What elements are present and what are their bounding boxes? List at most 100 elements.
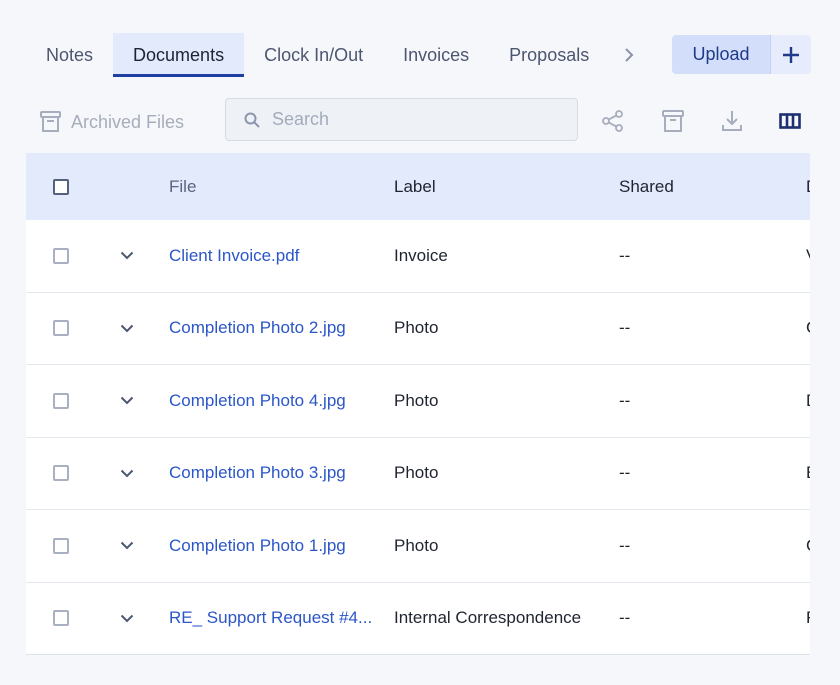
table-row: RE_ Support Request #4... Internal Corre… — [26, 582, 810, 655]
label-cell: Photo — [394, 535, 439, 555]
table-row: Completion Photo 4.jpg Photo -- D — [26, 365, 810, 438]
file-link[interactable]: Completion Photo 4.jpg — [169, 391, 346, 411]
tab-documents[interactable]: Documents — [113, 33, 245, 77]
archived-files-button[interactable]: Archived Files — [40, 108, 184, 136]
file-cell: Completion Photo 4.jpg — [169, 365, 379, 437]
label-cell: Photo — [394, 390, 439, 410]
plus-icon — [783, 46, 799, 63]
chevron-down-icon — [120, 614, 134, 623]
shared-cell: -- — [619, 245, 631, 265]
file-link[interactable]: Completion Photo 3.jpg — [169, 463, 346, 483]
chevron-down-icon — [120, 324, 134, 333]
tab-proposals[interactable]: Proposals — [489, 33, 609, 77]
select-all-checkbox[interactable] — [53, 178, 69, 195]
columns-button[interactable] — [777, 108, 803, 134]
row-checkbox[interactable] — [53, 465, 69, 482]
file-link[interactable]: Client Invoice.pdf — [169, 246, 299, 266]
chevron-right-icon — [625, 48, 634, 62]
row-checkbox[interactable] — [53, 537, 69, 554]
column-header-label[interactable]: Label — [394, 153, 436, 220]
archive-box-icon — [40, 111, 61, 132]
file-cell: Completion Photo 3.jpg — [169, 438, 379, 510]
truncated-cell: C — [806, 510, 810, 582]
row-expand-button[interactable] — [120, 469, 134, 478]
row-checkbox-cell — [53, 510, 69, 582]
file-cell: RE_ Support Request #4... — [169, 583, 379, 655]
tab-bar: Notes Documents Clock In/Out Invoices Pr… — [26, 33, 649, 77]
file-cell: Client Invoice.pdf — [169, 220, 379, 292]
row-expand-button[interactable] — [120, 541, 134, 550]
chevron-down-icon — [120, 252, 134, 260]
chevron-down-icon — [120, 542, 134, 550]
row-checkbox-cell — [53, 220, 69, 292]
row-expand-button[interactable] — [120, 324, 134, 333]
tabs-scroll-right-button[interactable] — [609, 33, 649, 77]
table-row: Client Invoice.pdf Invoice -- V — [26, 220, 810, 293]
table-row: Completion Photo 1.jpg Photo -- C — [26, 510, 810, 583]
download-button[interactable] — [719, 108, 745, 134]
label-cell: Internal Correspondence — [394, 608, 582, 628]
shared-cell: -- — [619, 608, 631, 628]
row-checkbox-cell — [53, 365, 69, 437]
row-expand-button[interactable] — [120, 251, 134, 260]
tab-clock-in-out[interactable]: Clock In/Out — [244, 33, 383, 77]
label-cell: Photo — [394, 318, 439, 338]
file-link[interactable]: Completion Photo 2.jpg — [169, 318, 346, 338]
archive-button[interactable] — [660, 108, 686, 134]
row-checkbox[interactable] — [53, 320, 69, 337]
row-checkbox[interactable] — [53, 247, 69, 264]
table-row: Completion Photo 2.jpg Photo -- C — [26, 292, 810, 365]
add-button[interactable] — [770, 35, 811, 74]
shared-cell: -- — [619, 390, 631, 410]
row-expand-cell — [120, 365, 134, 437]
row-expand-button[interactable] — [120, 614, 134, 623]
tab-notes[interactable]: Notes — [26, 33, 113, 77]
row-checkbox-cell — [53, 293, 69, 365]
table-header: File Label Shared D — [26, 153, 810, 220]
label-cell: Invoice — [394, 245, 448, 265]
row-expand-cell — [120, 438, 134, 510]
file-link[interactable]: RE_ Support Request #4... — [169, 608, 372, 628]
columns-icon — [779, 113, 801, 129]
row-expand-cell — [120, 510, 134, 582]
search-box — [225, 98, 578, 141]
column-header-shared[interactable]: Shared — [619, 153, 674, 220]
download-icon — [722, 111, 742, 131]
truncated-cell: E — [806, 438, 810, 510]
shared-cell: -- — [619, 535, 631, 555]
archived-files-label: Archived Files — [71, 111, 185, 132]
truncated-cell: F — [806, 583, 810, 655]
shared-cell: -- — [619, 318, 631, 338]
file-link[interactable]: Completion Photo 1.jpg — [169, 536, 346, 556]
tab-invoices[interactable]: Invoices — [383, 33, 489, 77]
file-cell: Completion Photo 1.jpg — [169, 510, 379, 582]
truncated-cell: C — [806, 293, 810, 365]
label-cell: Photo — [394, 463, 439, 483]
upload-button[interactable]: Upload — [672, 35, 770, 74]
table-row: Completion Photo 3.jpg Photo -- E — [26, 437, 810, 510]
row-checkbox[interactable] — [53, 610, 69, 627]
row-checkbox-cell — [53, 583, 69, 655]
search-input[interactable] — [270, 108, 577, 131]
select-all-cell — [53, 153, 69, 220]
column-header-file[interactable]: File — [169, 153, 379, 220]
row-checkbox-cell — [53, 438, 69, 510]
row-expand-cell — [120, 293, 134, 365]
column-header-truncated[interactable]: D — [806, 153, 810, 220]
share-icon — [602, 110, 623, 132]
truncated-cell: D — [806, 365, 810, 437]
upload-group: Upload — [672, 35, 811, 74]
row-expand-cell — [120, 220, 134, 292]
search-icon — [244, 112, 260, 128]
chevron-down-icon — [120, 469, 134, 478]
row-expand-button[interactable] — [120, 396, 134, 405]
row-checkbox[interactable] — [53, 392, 69, 409]
row-expand-cell — [120, 583, 134, 655]
truncated-cell: V — [806, 220, 810, 292]
documents-table: File Label Shared D Client Invoice.pdf I… — [26, 153, 810, 655]
archive-icon — [662, 110, 684, 132]
shared-cell: -- — [619, 463, 631, 483]
file-cell: Completion Photo 2.jpg — [169, 293, 379, 365]
share-button[interactable] — [600, 108, 626, 134]
chevron-down-icon — [120, 397, 134, 405]
